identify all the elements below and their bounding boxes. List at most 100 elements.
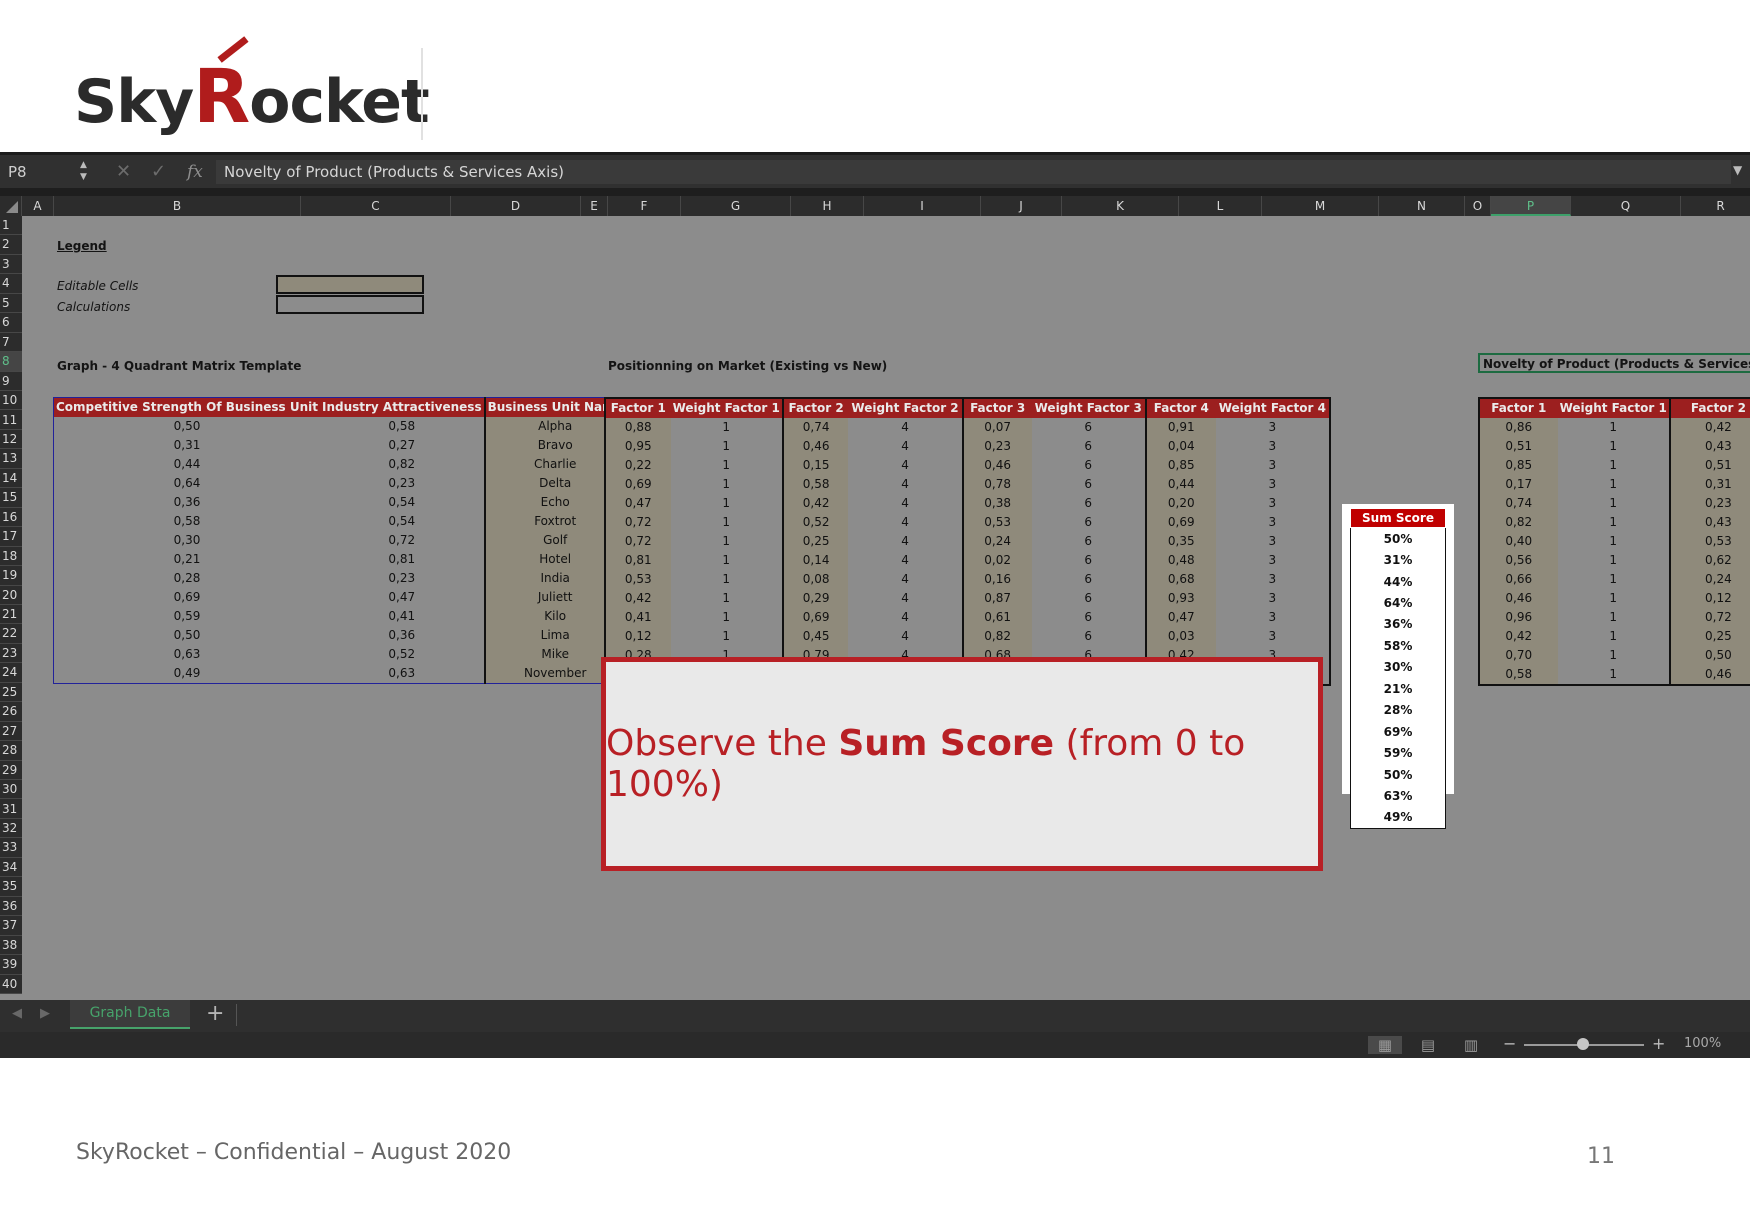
table-cell[interactable]: 0,54 — [319, 493, 485, 512]
table-cell[interactable]: 0,42 — [1479, 627, 1558, 646]
confirm-icon[interactable]: ✓ — [151, 159, 166, 185]
column-header[interactable]: P — [1491, 196, 1571, 216]
row-header[interactable]: 28 — [0, 741, 22, 761]
table-cell[interactable]: 1 — [670, 437, 783, 456]
table-cell[interactable]: 1 — [1557, 608, 1670, 627]
sum-score-cell[interactable]: 63% — [1351, 785, 1446, 806]
row-header[interactable]: 34 — [0, 858, 22, 878]
table-cell[interactable]: 0,82 — [319, 455, 485, 474]
table-cell[interactable]: 0,59 — [53, 607, 320, 626]
table-cell[interactable]: 3 — [1215, 475, 1330, 494]
table-cell[interactable]: 4 — [848, 475, 963, 494]
table-cell[interactable]: 0,29 — [781, 589, 849, 608]
sum-score-cell[interactable]: 49% — [1351, 807, 1446, 829]
table-cell[interactable]: 0,56 — [1479, 551, 1558, 570]
table-cell[interactable]: 1 — [670, 627, 783, 646]
table-cell[interactable]: 3 — [1215, 494, 1330, 513]
table-cell[interactable]: 6 — [1031, 437, 1146, 456]
table-cell[interactable]: 0,47 — [605, 494, 671, 513]
legend-calculations-swatch[interactable] — [276, 295, 424, 314]
row-header[interactable]: 38 — [0, 936, 22, 956]
row-header[interactable]: 6 — [0, 313, 22, 333]
table-cell[interactable]: 0,85 — [1479, 456, 1558, 475]
chevron-down-icon[interactable]: ▼ — [1733, 163, 1742, 177]
table-cell[interactable]: 0,03 — [1144, 627, 1216, 646]
row-header[interactable]: 32 — [0, 819, 22, 839]
table-cell[interactable]: 0,61 — [961, 608, 1032, 627]
column-header[interactable]: O — [1465, 196, 1491, 216]
table-cell[interactable]: 0,82 — [1479, 513, 1558, 532]
table-cell[interactable]: 0,50 — [1668, 646, 1750, 665]
table-cell[interactable]: 4 — [848, 418, 963, 437]
table-cell[interactable]: 0,68 — [1144, 570, 1216, 589]
table-cell[interactable]: 0,08 — [781, 570, 849, 589]
table-cell[interactable]: 0,46 — [1668, 665, 1750, 685]
table-cell[interactable]: 0,12 — [1668, 589, 1750, 608]
sum-score-cell[interactable]: 30% — [1351, 657, 1446, 678]
table-cell[interactable]: 4 — [848, 627, 963, 646]
table-cell[interactable]: 1 — [670, 418, 783, 437]
row-header[interactable]: 36 — [0, 897, 22, 917]
table-cell[interactable]: 0,46 — [781, 437, 849, 456]
table-cell[interactable]: 0,45 — [781, 627, 849, 646]
table-cell[interactable]: 4 — [848, 551, 963, 570]
column-header[interactable]: L — [1179, 196, 1262, 216]
table-cell[interactable]: 1 — [1557, 646, 1670, 665]
row-header[interactable]: 37 — [0, 916, 22, 936]
table-cell[interactable]: 0,24 — [961, 532, 1032, 551]
table-cell[interactable]: 0,53 — [1668, 532, 1750, 551]
table-cell[interactable]: 4 — [848, 494, 963, 513]
table-cell[interactable]: 1 — [1557, 437, 1670, 456]
table-cell[interactable]: 0,04 — [1144, 437, 1216, 456]
column-header[interactable]: F — [608, 196, 681, 216]
table-cell[interactable]: 0,53 — [605, 570, 671, 589]
table-cell[interactable]: 0,74 — [781, 418, 849, 437]
sum-score-cell[interactable]: 36% — [1351, 614, 1446, 635]
table-cell[interactable]: 0,44 — [53, 455, 320, 474]
table-cell[interactable]: 1 — [670, 551, 783, 570]
table-cell[interactable]: 0,88 — [605, 418, 671, 437]
table-cell[interactable]: 0,23 — [319, 569, 485, 588]
table-cell[interactable]: 1 — [1557, 627, 1670, 646]
table-cell[interactable]: 0,49 — [53, 664, 320, 684]
novelty-title-cell[interactable]: Novelty of Product (Products & Services … — [1478, 353, 1750, 373]
table-cell[interactable]: 0,74 — [1479, 494, 1558, 513]
row-header[interactable]: 30 — [0, 780, 22, 800]
row-header[interactable]: 40 — [0, 975, 22, 994]
table-cell[interactable]: 0,52 — [319, 645, 485, 664]
table-cell[interactable]: 0,62 — [1668, 551, 1750, 570]
sum-score-cell[interactable]: 64% — [1351, 592, 1446, 613]
sum-score-cell[interactable]: 50% — [1351, 764, 1446, 785]
table-cell[interactable]: 0,25 — [781, 532, 849, 551]
table-cell[interactable]: 0,23 — [961, 437, 1032, 456]
table-cell[interactable]: 0,69 — [781, 608, 849, 627]
table-cell[interactable]: 6 — [1031, 570, 1146, 589]
table-cell[interactable]: 0,36 — [53, 493, 320, 512]
table-cell[interactable]: 4 — [848, 608, 963, 627]
table-cell[interactable]: 0,24 — [1668, 570, 1750, 589]
table-cell[interactable]: 0,69 — [53, 588, 320, 607]
column-header[interactable]: J — [981, 196, 1062, 216]
table-cell[interactable]: 0,72 — [605, 532, 671, 551]
table-cell[interactable]: 0,96 — [1479, 608, 1558, 627]
row-header[interactable]: 22 — [0, 624, 22, 644]
table-cell[interactable]: 0,15 — [781, 456, 849, 475]
column-header[interactable]: G — [681, 196, 791, 216]
sum-score-cell[interactable]: 58% — [1351, 635, 1446, 656]
table-cell[interactable]: 1 — [1557, 513, 1670, 532]
table-cell[interactable]: 0,12 — [605, 627, 671, 646]
table-cell[interactable]: 0,36 — [319, 626, 485, 645]
row-header[interactable]: 33 — [0, 838, 22, 858]
table-cell[interactable]: 0,16 — [961, 570, 1032, 589]
table-cell[interactable]: 1 — [1557, 665, 1670, 685]
table-cell[interactable]: 0,46 — [1479, 589, 1558, 608]
table-cell[interactable]: 0,81 — [605, 551, 671, 570]
table-cell[interactable]: 4 — [848, 570, 963, 589]
table-cell[interactable]: 3 — [1215, 437, 1330, 456]
column-header[interactable]: M — [1262, 196, 1379, 216]
column-header[interactable]: E — [581, 196, 608, 216]
row-header[interactable]: 23 — [0, 644, 22, 664]
sum-score-cell[interactable]: 44% — [1351, 571, 1446, 592]
table-cell[interactable]: 6 — [1031, 456, 1146, 475]
table-cell[interactable]: 1 — [1557, 456, 1670, 475]
